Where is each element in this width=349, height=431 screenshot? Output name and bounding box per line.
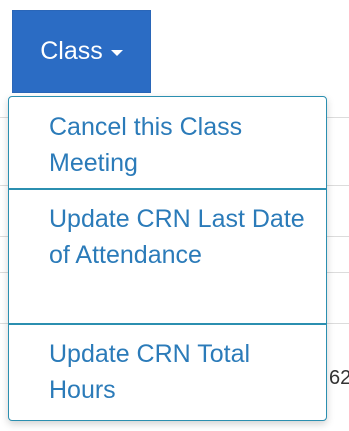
class-dropdown-menu: Cancel this Class Meeting Update CRN Las… [8, 96, 327, 421]
class-button-label: Class [40, 37, 103, 65]
page: 62 Class Cancel this Class Meeting Updat… [0, 0, 349, 431]
menu-divider [9, 323, 326, 325]
table-cell-value: 62 [329, 367, 349, 389]
menu-item-update-crn-total-hours[interactable]: Update CRN Total Hours [9, 336, 326, 408]
menu-item-update-crn-last-date[interactable]: Update CRN Last Date of Attendance [9, 201, 326, 273]
class-dropdown-button[interactable]: Class [12, 10, 151, 93]
menu-divider [9, 188, 326, 190]
caret-down-icon [110, 50, 123, 56]
menu-item-cancel-class-meeting[interactable]: Cancel this Class Meeting [9, 109, 326, 181]
